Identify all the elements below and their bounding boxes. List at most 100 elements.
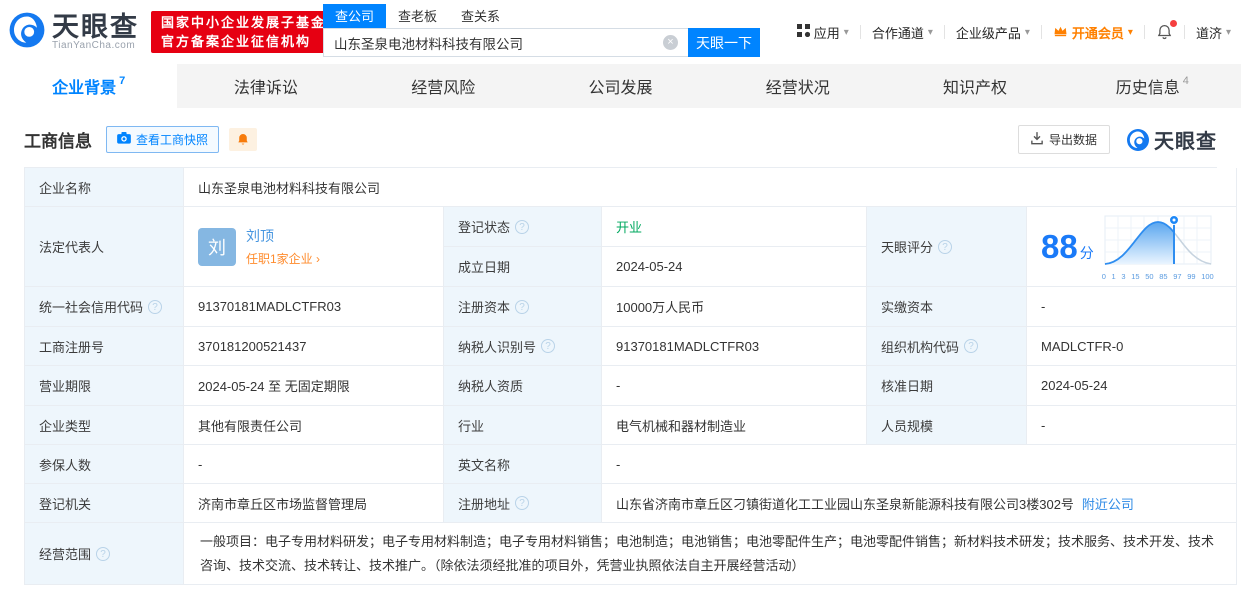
reg-status-label: 登记状态? xyxy=(444,207,602,247)
staff-size-label: 人员规模 xyxy=(867,406,1027,445)
credit-code-label: 统一社会信用代码? xyxy=(25,287,184,327)
notifications-bell[interactable] xyxy=(1156,20,1177,41)
reg-address-value: 山东省济南市章丘区刁镇街道化工工业园山东圣泉新能源科技有限公司3楼302号 附近… xyxy=(602,484,1237,523)
tab-operational-risk[interactable]: 经营风险 xyxy=(355,64,532,108)
english-name-value: - xyxy=(602,445,1237,484)
company-name-label: 企业名称 xyxy=(25,168,184,207)
menu-vip[interactable]: 开通会员 ▾ xyxy=(1053,23,1133,42)
reg-authority-value: 济南市章丘区市场监督管理局 xyxy=(184,484,444,523)
score-curve-chart: 0 1 3 15 50 85 97 99 100 xyxy=(1102,212,1214,281)
tab-company-background[interactable]: 企业背景 7 xyxy=(0,64,178,108)
reg-address-label: 注册地址? xyxy=(444,484,602,523)
help-icon[interactable]: ? xyxy=(515,496,530,510)
menu-divider xyxy=(859,25,861,39)
logo-title: 天眼查 xyxy=(52,11,139,42)
reg-capital-label: 注册资本? xyxy=(444,287,602,327)
business-scope-value: 一般项目：电子专用材料研发；电子专用材料制造；电子专用材料销售；电池制造；电池销… xyxy=(184,523,1237,585)
reg-capital-value: 10000万人民币 xyxy=(602,287,867,327)
help-icon[interactable]: ? xyxy=(964,339,979,353)
search-button[interactable]: 天眼一下 xyxy=(688,28,760,57)
tianyancha-watermark-logo: 天眼查 xyxy=(1126,125,1217,154)
business-info-header: 工商信息 查看工商快照 导出数据 天眼查 xyxy=(24,125,1217,154)
caret-down-icon: ▾ xyxy=(1127,26,1133,38)
legal-rep-name-link[interactable]: 刘顶 xyxy=(246,226,320,246)
caret-down-icon: ▾ xyxy=(1024,26,1030,38)
help-icon[interactable]: ? xyxy=(96,546,111,561)
search-input[interactable] xyxy=(323,28,688,57)
search-tab-relation[interactable]: 查关系 xyxy=(449,4,512,28)
clear-search-icon[interactable]: × xyxy=(663,35,678,50)
approval-date-value: 2024-05-24 xyxy=(1027,366,1237,406)
taxpayer-id-label: 纳税人识别号? xyxy=(444,327,602,366)
business-scope-label: 经营范围? xyxy=(25,523,184,585)
insured-label: 参保人数 xyxy=(25,445,184,484)
export-data-button[interactable]: 导出数据 xyxy=(1017,125,1110,154)
chevron-right-icon: › xyxy=(316,252,321,266)
search-area: 查公司 查老板 查关系 × 天眼一下 xyxy=(323,4,760,57)
user-menu[interactable]: 道济 ▾ xyxy=(1196,23,1231,42)
score-value[interactable]: 88 分 xyxy=(1041,228,1094,266)
company-type-value: 其他有限责任公司 xyxy=(184,406,444,445)
menu-divider xyxy=(943,25,945,39)
menu-apps[interactable]: 应用 ▾ xyxy=(796,23,849,42)
reg-number-value: 370181200521437 xyxy=(184,327,444,366)
business-info-table: 企业名称 山东圣泉电池材料科技有限公司 法定代表人 刘 刘顶 任职1家企业 › … xyxy=(24,167,1237,585)
tianyancha-logo[interactable]: 天眼查 TianYanCha.com xyxy=(8,11,139,54)
help-icon[interactable]: ? xyxy=(938,239,953,254)
reg-authority-label: 登记机关 xyxy=(25,484,184,523)
legal-rep-label: 法定代表人 xyxy=(25,207,184,287)
help-icon[interactable]: ? xyxy=(541,339,556,353)
section-title: 工商信息 xyxy=(24,132,92,151)
legal-rep-avatar[interactable]: 刘 xyxy=(198,227,236,266)
establish-date-label: 成立日期 xyxy=(444,247,602,287)
tab-operating-status[interactable]: 经营状况 xyxy=(709,64,886,108)
paid-capital-value: - xyxy=(1027,287,1237,327)
monitor-bell-button[interactable] xyxy=(229,128,258,151)
paid-capital-label: 实缴资本 xyxy=(867,287,1027,327)
company-name-value: 山东圣泉电池材料科技有限公司 xyxy=(184,168,1237,207)
taxpayer-quality-value: - xyxy=(602,366,867,406)
menu-partner[interactable]: 合作通道 ▾ xyxy=(872,23,933,42)
business-term-value: 2024-05-24 至 无固定期限 xyxy=(184,366,444,406)
reg-number-label: 工商注册号 xyxy=(25,327,184,366)
tab-legal-proceedings[interactable]: 法律诉讼 xyxy=(177,64,354,108)
tianyancha-swirl-icon xyxy=(8,11,46,54)
reg-status-value: 开业 xyxy=(602,207,867,247)
search-tab-company[interactable]: 查公司 xyxy=(323,4,387,28)
score-ticks: 0 1 3 15 50 85 97 99 100 xyxy=(1101,272,1214,281)
help-icon[interactable]: ? xyxy=(148,299,163,314)
top-header: 天眼查 TianYanCha.com 国家中小企业发展子基金旗下 官方备案企业征… xyxy=(0,0,1241,64)
company-type-label: 企业类型 xyxy=(25,406,184,445)
staff-size-value: - xyxy=(1027,406,1237,445)
tab-company-development[interactable]: 公司发展 xyxy=(532,64,709,108)
notification-dot xyxy=(1169,20,1177,27)
tianyan-score-label: 天眼评分? xyxy=(867,207,1027,287)
taxpayer-id-value: 91370181MADLCTFR03 xyxy=(602,327,867,366)
tab-history-info[interactable]: 历史信息 4 xyxy=(1064,64,1241,108)
apps-grid-icon xyxy=(796,24,810,40)
view-snapshot-button[interactable]: 查看工商快照 xyxy=(106,126,220,153)
org-code-value: MADLCTFR-0 xyxy=(1027,327,1237,366)
company-nav-tabs: 企业背景 7 法律诉讼 经营风险 公司发展 经营状况 知识产权 历史信息 4 xyxy=(0,64,1241,108)
business-term-label: 营业期限 xyxy=(25,366,184,406)
menu-divider xyxy=(1143,25,1145,39)
credit-code-value: 91370181MADLCTFR03 xyxy=(184,287,444,327)
camera-icon xyxy=(117,132,131,147)
username: 道济 xyxy=(1195,25,1222,41)
legal-rep-companies-link[interactable]: 任职1家企业 › xyxy=(246,250,320,267)
tianyan-score-cell: 88 分 0 1 3 15 50 85 97 99 100 xyxy=(1027,207,1237,287)
english-name-label: 英文名称 xyxy=(444,445,602,484)
caret-down-icon: ▾ xyxy=(927,26,933,38)
tab-intellectual-property[interactable]: 知识产权 xyxy=(886,64,1063,108)
menu-enterprise[interactable]: 企业级产品 ▾ xyxy=(956,23,1030,42)
help-icon[interactable]: ? xyxy=(515,299,530,314)
help-icon[interactable]: ? xyxy=(515,219,530,234)
org-code-label: 组织机构代码? xyxy=(867,327,1027,366)
search-tab-boss[interactable]: 查老板 xyxy=(386,4,449,28)
insured-value: - xyxy=(184,445,444,484)
establish-date-value: 2024-05-24 xyxy=(602,247,867,287)
industry-label: 行业 xyxy=(444,406,602,445)
caret-down-icon: ▾ xyxy=(843,26,849,38)
nearby-companies-link[interactable]: 附近公司 xyxy=(1082,494,1134,513)
search-tabs: 查公司 查老板 查关系 xyxy=(323,4,760,28)
